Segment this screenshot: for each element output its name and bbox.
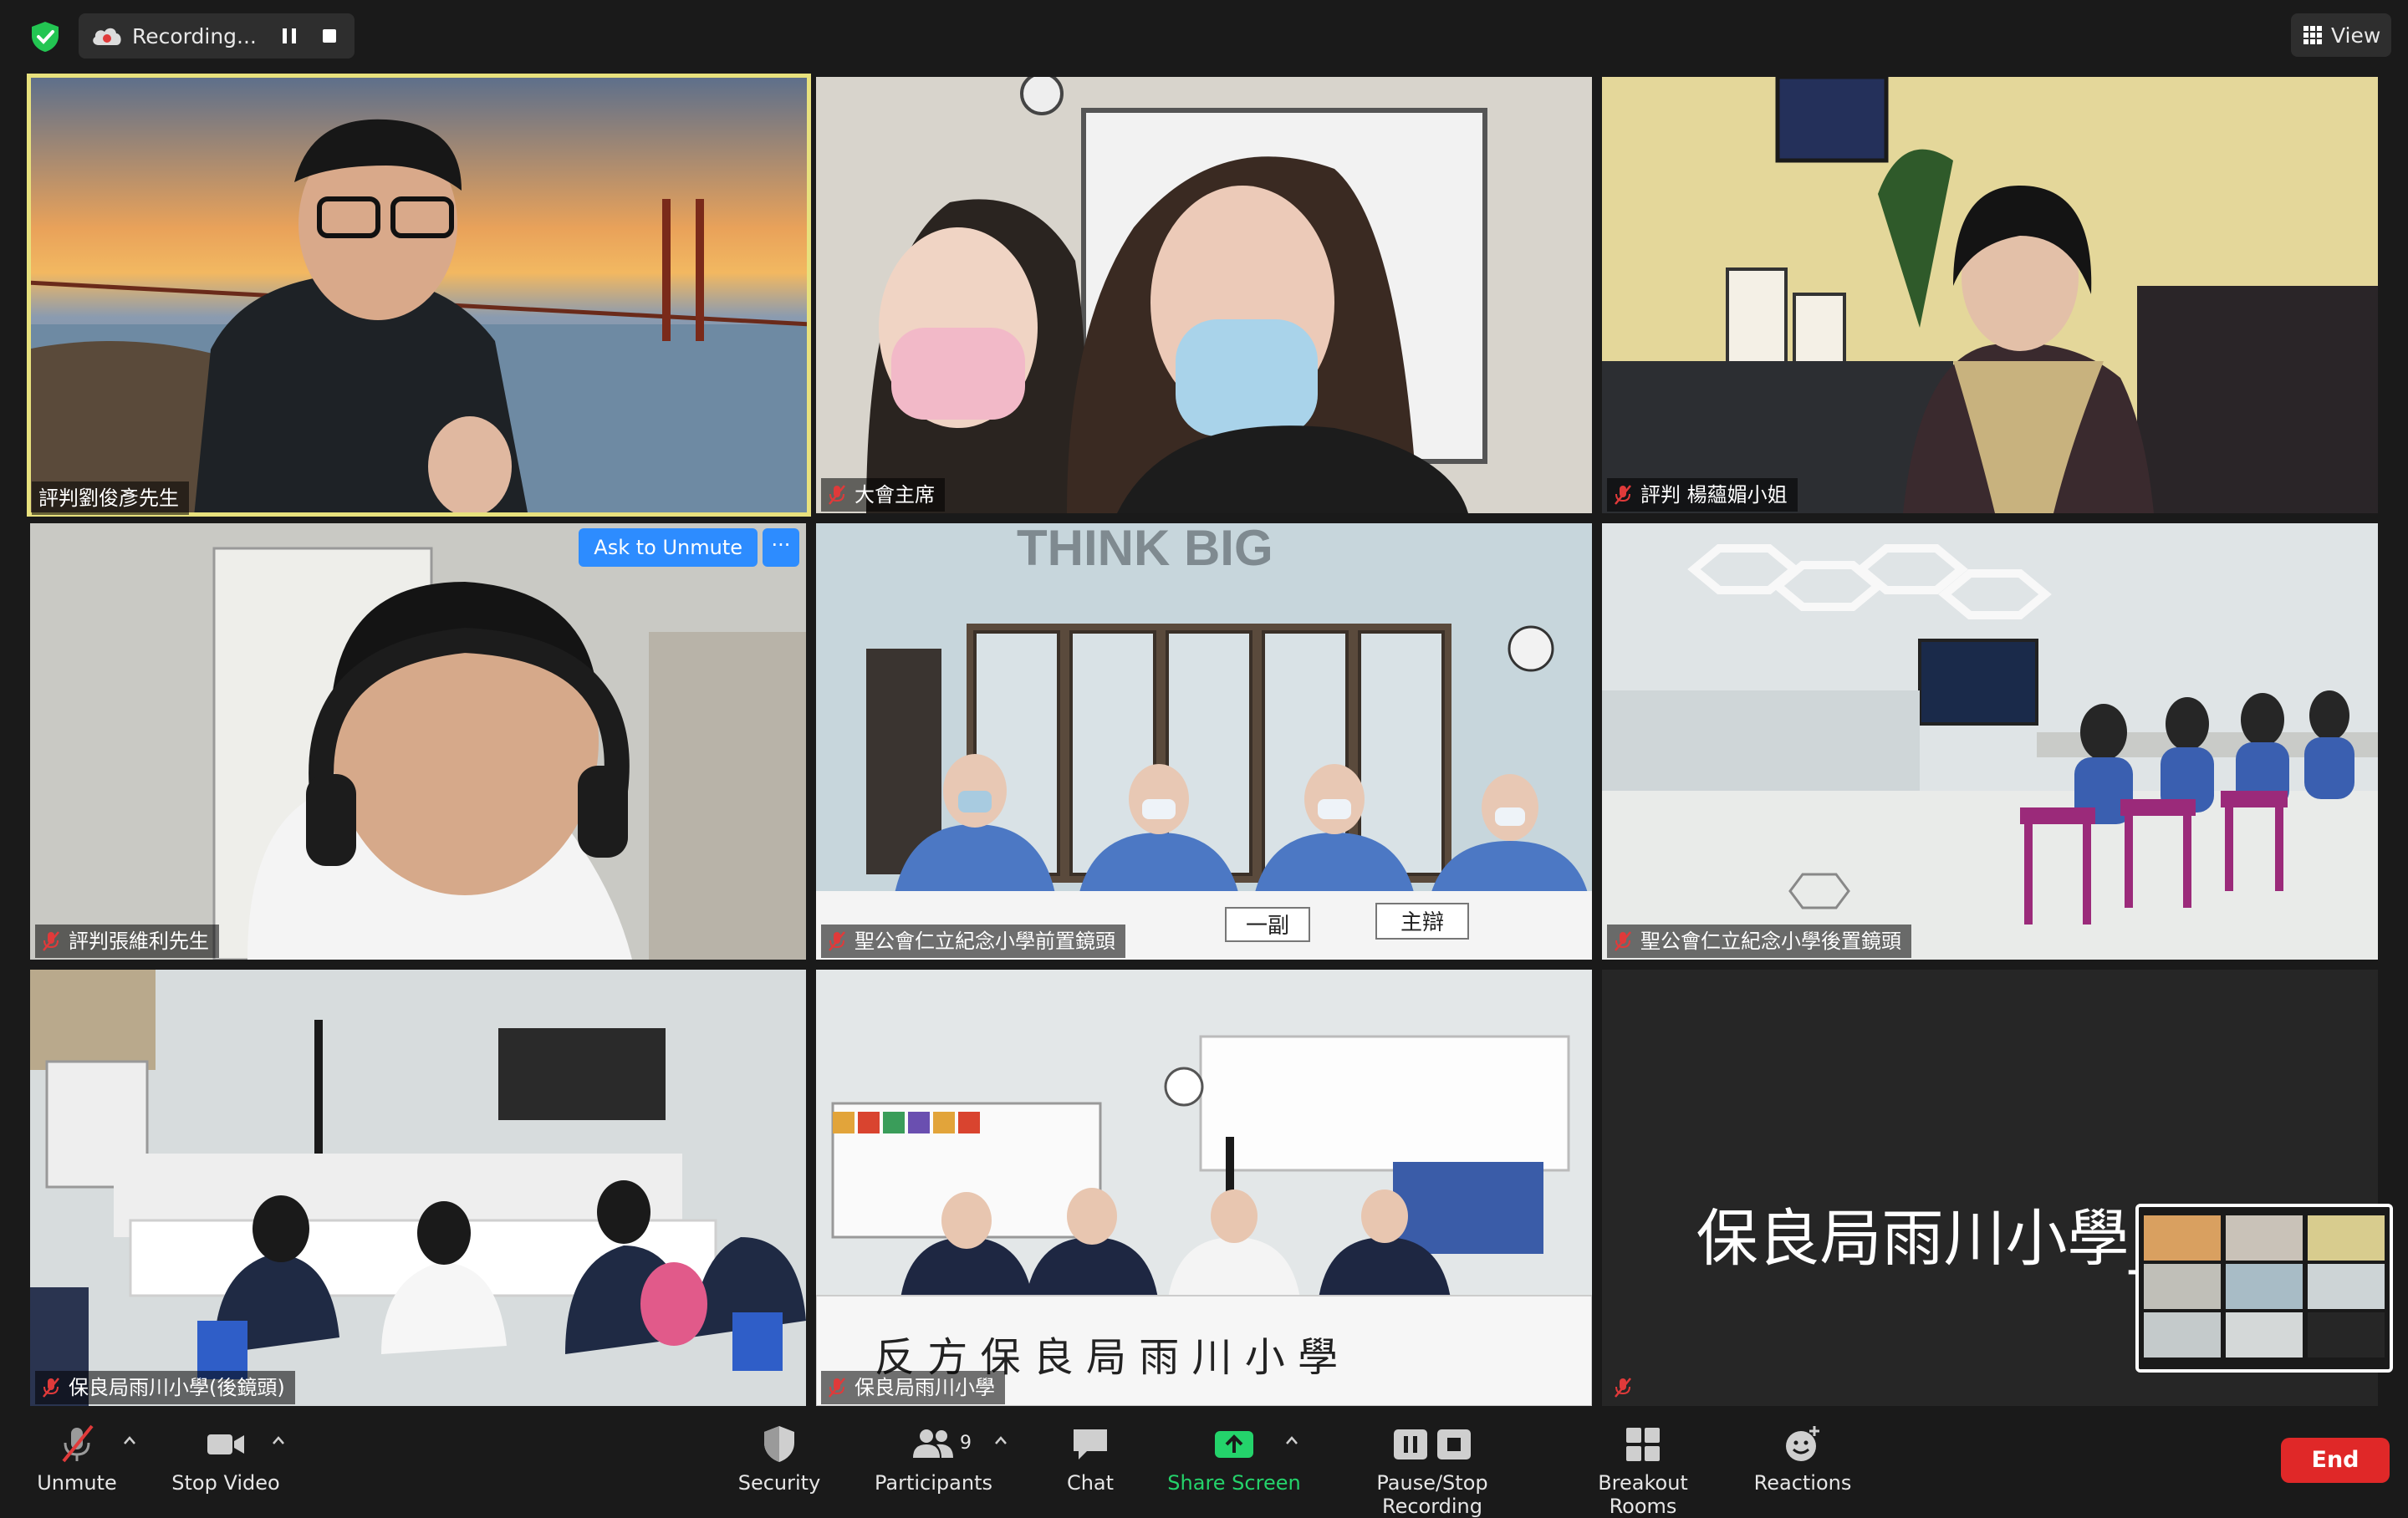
share-screen-label: Share Screen [1167, 1471, 1301, 1495]
chevron-up-icon[interactable] [271, 1434, 286, 1446]
breakout-rooms-icon [1626, 1428, 1660, 1461]
banner-text: THINK BIG [1017, 523, 1273, 576]
pause-stop-recording-label: Pause/Stop Recording [1376, 1471, 1488, 1518]
unmute-button[interactable]: Unmute [33, 1423, 120, 1495]
muted-mic-icon [1615, 931, 1631, 951]
nameplate [1607, 1371, 1650, 1404]
reactions-button[interactable]: Reactions [1752, 1423, 1853, 1495]
participant-name: 聖公會仁立紀念小學後置鏡頭 [1640, 930, 1901, 953]
recording-indicator[interactable]: Recording... [79, 13, 355, 59]
muted-mic-icon [829, 931, 845, 951]
participants-count: 9 [960, 1433, 972, 1454]
thumbnail-preview [2139, 1207, 2390, 1369]
stop-video-button[interactable]: Stop Video [167, 1423, 284, 1495]
share-screen-icon [1215, 1431, 1253, 1458]
grid-view-icon [2303, 26, 2322, 44]
video-tile-skh-rear-camera[interactable]: 聖公會仁立紀念小學後置鏡頭 [1602, 523, 2378, 960]
top-bar: Recording... View [0, 0, 2408, 72]
nameplate: 評判 楊蘊媚小姐 [1607, 478, 1798, 512]
participants-icon [913, 1429, 953, 1458]
video-camera-icon [207, 1434, 244, 1454]
video-feed: THINK BIG 一副 主辯 [816, 523, 1592, 960]
self-view-thumbnail[interactable] [2135, 1204, 2393, 1373]
chat-label: Chat [1066, 1471, 1115, 1495]
end-meeting-button[interactable]: End [2281, 1438, 2390, 1483]
video-feed [1602, 523, 2378, 960]
chevron-up-icon[interactable] [122, 1434, 137, 1446]
chat-button[interactable]: Chat [1057, 1423, 1124, 1495]
security-button[interactable]: Security [727, 1423, 831, 1495]
ask-to-unmute-button[interactable]: Ask to Unmute [579, 528, 758, 567]
muted-mic-icon [1615, 1378, 1631, 1398]
video-feed [816, 77, 1592, 513]
video-tile-plk-rear-camera[interactable]: 保良局雨川小學(後鏡頭) [30, 970, 806, 1406]
muted-microphone-icon [62, 1424, 94, 1463]
pause-stop-icon [1394, 1429, 1471, 1459]
pause-stop-recording-button[interactable]: Pause/Stop Recording [1326, 1423, 1538, 1518]
reactions-label: Reactions [1753, 1471, 1852, 1495]
stop-recording-icon[interactable] [318, 24, 341, 48]
video-tile-judge-lau[interactable]: 評判劉俊彥先生 [27, 74, 811, 517]
desk-sign: 一副 [1246, 914, 1289, 939]
view-label: View [2331, 23, 2381, 48]
participant-name: 評判劉俊彥先生 [38, 486, 179, 510]
more-options-button[interactable]: ··· [763, 528, 799, 567]
video-tile-skh-front-camera[interactable]: THINK BIG 一副 主辯 聖公會仁立紀念小學前置鏡頭 [816, 523, 1592, 960]
chat-bubble-icon [1074, 1429, 1107, 1459]
pause-recording-icon[interactable] [278, 24, 301, 48]
meeting-toolbar: Unmute Stop Video Security Participants … [0, 1416, 2408, 1518]
muted-mic-icon [829, 485, 845, 505]
unmute-label: Unmute [37, 1471, 117, 1495]
participant-name: 保良局雨川小學 [855, 1376, 995, 1399]
participant-name: 保良局雨川小學(後鏡頭) [69, 1376, 285, 1399]
share-screen-button[interactable]: Share Screen [1167, 1423, 1301, 1495]
muted-mic-icon [829, 1378, 845, 1398]
nameplate: 評判劉俊彥先生 [32, 481, 189, 515]
chevron-up-icon[interactable] [1284, 1434, 1299, 1446]
video-feed [30, 523, 806, 960]
video-tile-chair[interactable]: 大會主席 [816, 77, 1592, 513]
video-feed [27, 74, 811, 517]
participants-label: Participants [875, 1471, 992, 1495]
muted-mic-icon [43, 1378, 59, 1398]
video-tile-judge-cheung[interactable]: Ask to Unmute ··· 評判張維利先生 [30, 523, 806, 960]
nameplate: 聖公會仁立紀念小學後置鏡頭 [1607, 925, 1911, 958]
muted-mic-icon [1615, 485, 1631, 505]
stop-video-label: Stop Video [171, 1471, 280, 1495]
breakout-rooms-label: Breakout Rooms [1598, 1471, 1688, 1518]
smiley-plus-icon [1786, 1426, 1819, 1461]
shield-check-icon[interactable] [28, 20, 62, 53]
nameplate: 評判張維利先生 [35, 925, 219, 958]
participant-name: 大會主席 [855, 483, 935, 507]
video-feed [1602, 77, 2378, 513]
video-tile-plk-front[interactable]: 反 方 保 良 局 雨 川 小 學 保良局雨川小學 [816, 970, 1592, 1406]
video-feed [30, 970, 806, 1406]
view-button[interactable]: View [2291, 13, 2391, 57]
chevron-up-icon[interactable] [993, 1434, 1008, 1446]
nameplate: 保良局雨川小學(後鏡頭) [35, 1371, 295, 1404]
participant-name: 評判 楊蘊媚小姐 [1640, 483, 1788, 507]
desk-sign: 主辯 [1400, 910, 1444, 935]
participant-name: 評判張維利先生 [69, 930, 209, 953]
muted-mic-icon [43, 931, 59, 951]
participant-name: 聖公會仁立紀念小學前置鏡頭 [855, 930, 1115, 953]
video-tile-judge-yeung[interactable]: 評判 楊蘊媚小姐 [1602, 77, 2378, 513]
cloud-recording-icon [93, 28, 121, 45]
video-feed: 反 方 保 良 局 雨 川 小 學 [816, 970, 1592, 1406]
participants-button[interactable]: Participants [875, 1423, 992, 1495]
nameplate: 聖公會仁立紀念小學前置鏡頭 [821, 925, 1125, 958]
nameplate: 保良局雨川小學 [821, 1371, 1005, 1404]
recording-label: Recording... [132, 24, 257, 48]
security-label: Security [737, 1471, 821, 1495]
shield-icon [764, 1426, 794, 1462]
nameplate: 大會主席 [821, 478, 945, 512]
breakout-rooms-button[interactable]: Breakout Rooms [1564, 1423, 1722, 1518]
